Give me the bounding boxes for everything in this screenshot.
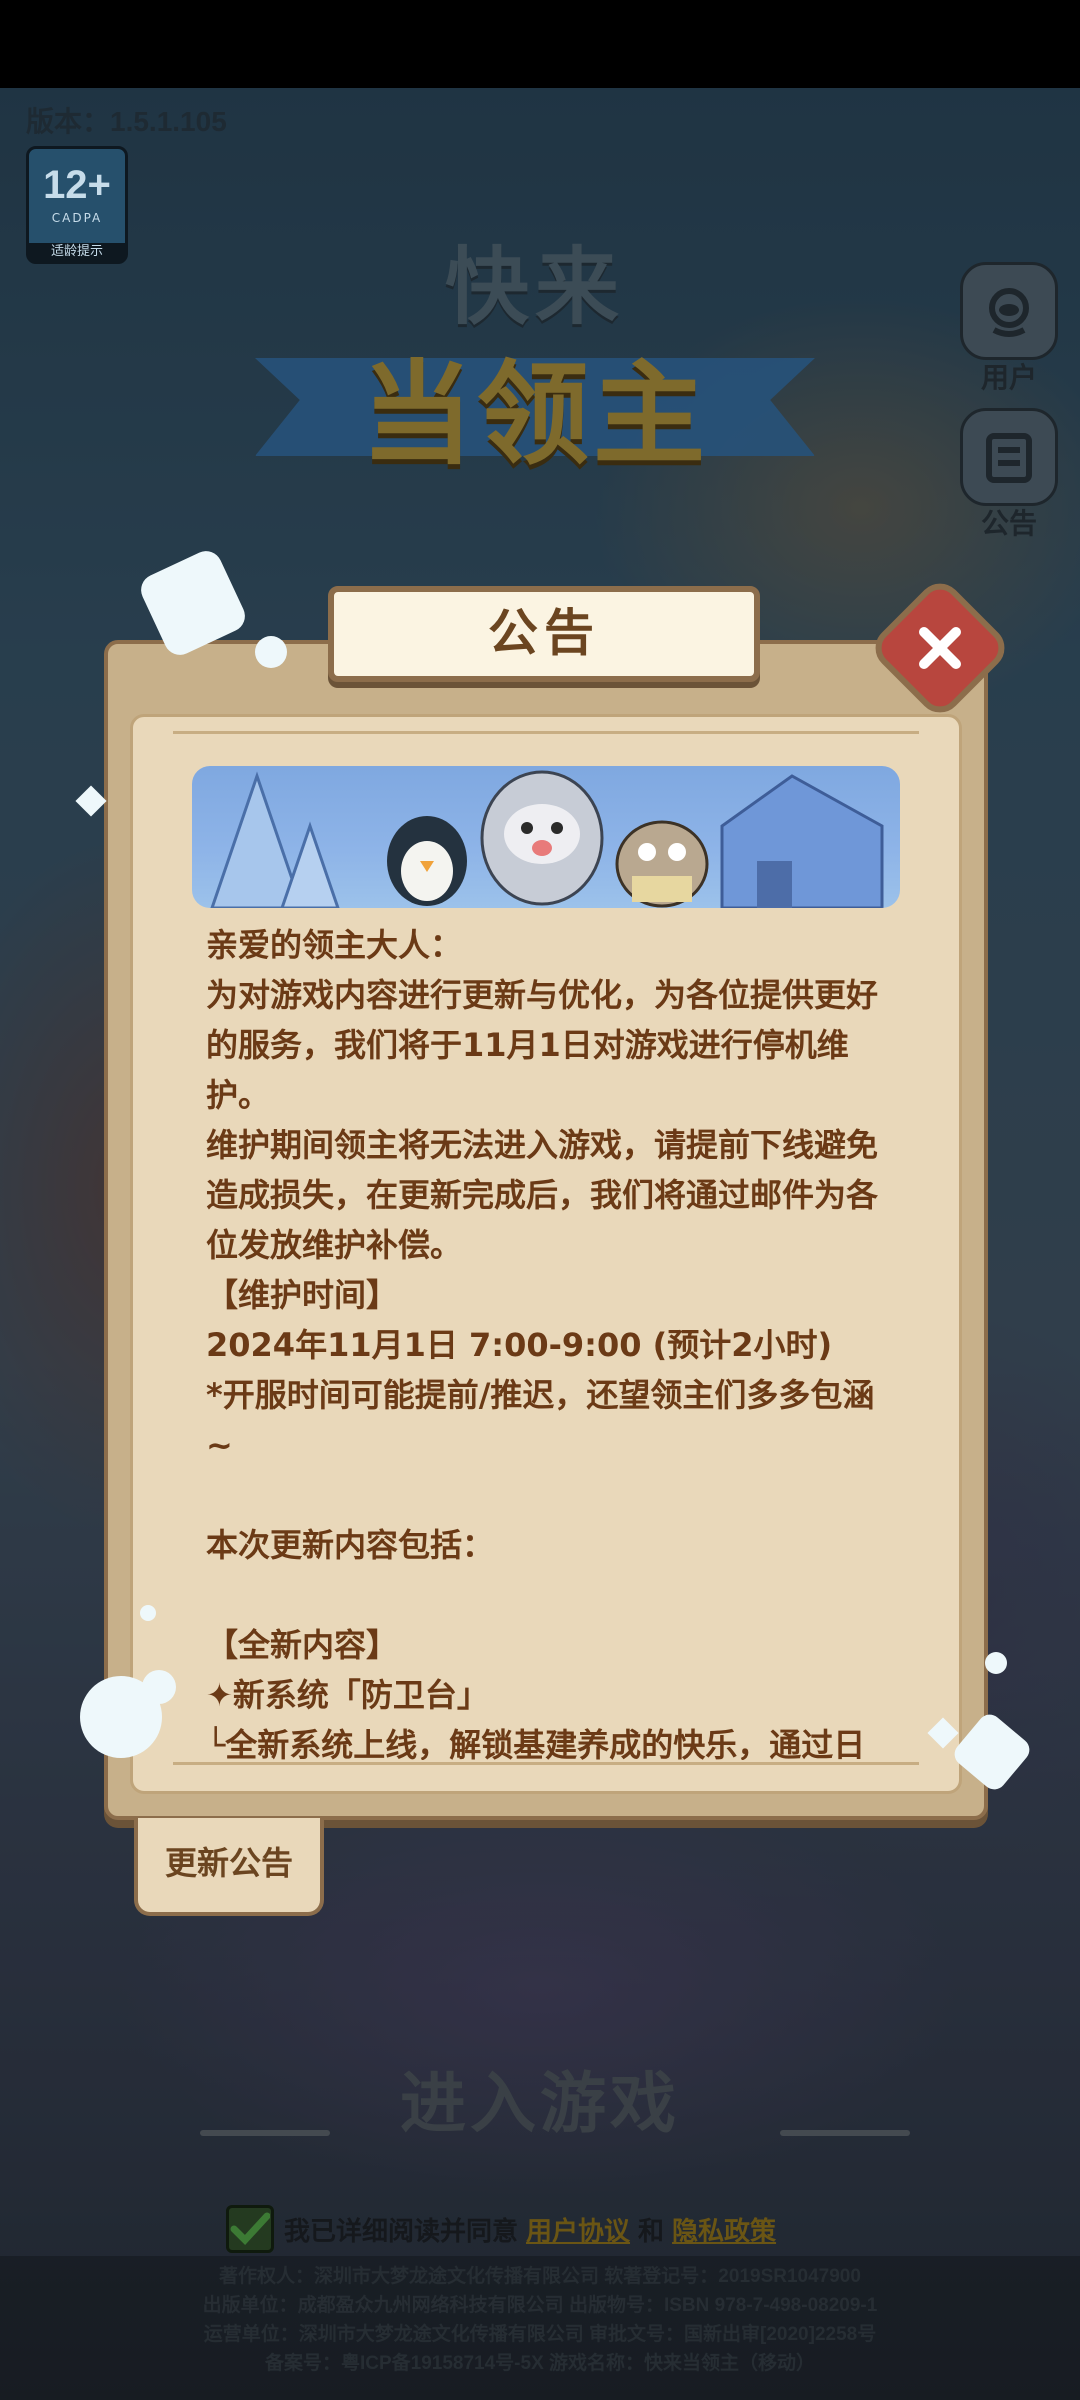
announcement-content[interactable]: 亲爱的领主大人： 为对游戏内容进行更新与优化，为各位提供更好的服务，我们将于11…	[206, 920, 886, 1760]
announcement-banner-image	[192, 766, 900, 908]
announcement-paragraph: 【维护时间】	[206, 1276, 399, 1314]
announcement-paragraph: 本次更新内容包括：	[206, 1526, 495, 1564]
close-icon	[919, 627, 961, 669]
snowflake	[255, 636, 287, 668]
footer-line: 备案号：粤ICP备19158714号-5X 游戏名称：快来当领主（移动）	[264, 2353, 816, 2374]
age-rating-badge: 12+ CADPA 适龄提示	[26, 146, 128, 264]
user-agreement-link[interactable]: 用户协议	[526, 2211, 630, 2248]
modal-title-plate: 公告	[328, 586, 760, 682]
logo-line1: 快来	[444, 237, 625, 336]
divider	[173, 1762, 919, 1765]
announcement-paragraph: 2024年11月1日 7:00-9:00 (预计2小时)	[206, 1326, 833, 1364]
announcement-paragraph: ✦新系统「防卫台」	[206, 1676, 489, 1714]
agreement-row: 我已详细阅读并同意 用户协议 和 隐私政策	[226, 2205, 784, 2253]
age-rating: 12+	[43, 163, 111, 207]
game-logo: 快来 当领主	[235, 220, 835, 480]
notice-icon	[960, 408, 1058, 506]
version-label: 版本：1.5.1.105	[26, 106, 227, 137]
divider	[173, 731, 919, 734]
age-rating-org: CADPA	[51, 211, 103, 225]
check-icon	[230, 2212, 270, 2246]
agreement-and: 和	[638, 2216, 665, 2247]
user-button[interactable]: 用户	[954, 262, 1064, 396]
announcement-paragraph: 亲爱的领主大人：	[206, 926, 463, 964]
footer-line: 著作权人：深圳市大梦龙途文化传播有限公司 软著登记号：2019SR1047900	[219, 2266, 861, 2287]
snowflake	[985, 1652, 1007, 1674]
status-bar	[0, 0, 1080, 88]
announcement-paragraph: └全新系统上线，解锁基建养成的快乐，通过日常作战即可获得防卫台养成材料「洁白石英…	[206, 1726, 866, 1760]
announcement-paragraph: 【全新内容】	[206, 1626, 399, 1664]
notice-button-label: 公告	[980, 507, 1037, 540]
snowflake	[142, 1670, 176, 1704]
footer-line: 出版单位：成都盈众九州网络科技有限公司 出版物号：ISBN 978-7-498-…	[202, 2295, 878, 2316]
update-notice-tab[interactable]: 更新公告	[134, 1818, 324, 1916]
logo-line2: 当领主	[361, 349, 709, 480]
agreement-checkbox[interactable]	[226, 2205, 274, 2253]
notice-button[interactable]: 公告	[954, 408, 1064, 542]
age-rating-tip: 适龄提示	[29, 243, 125, 261]
announcement-paragraph: *开服时间可能提前/推迟，还望领主们多多包涵~	[206, 1376, 875, 1464]
agreement-text: 我已详细阅读并同意	[284, 2216, 519, 2247]
user-button-label: 用户	[980, 361, 1037, 394]
divider	[200, 2130, 330, 2136]
user-icon	[960, 262, 1058, 360]
divider	[780, 2130, 910, 2136]
snowflake	[140, 1605, 156, 1621]
footer-line: 运营单位：深圳市大梦龙途文化传播有限公司 审批文号：国新出审[2020]2258…	[203, 2324, 877, 2345]
privacy-policy-link[interactable]: 隐私政策	[672, 2211, 776, 2248]
announcement-paragraph: 为对游戏内容进行更新与优化，为各位提供更好的服务，我们将于11月1日对游戏进行停…	[206, 976, 879, 1114]
modal-title: 公告	[488, 604, 600, 662]
announcement-paragraph: 维护期间领主将无法进入游戏，请提前下线避免造成损失，在更新完成后，我们将通过邮件…	[206, 1126, 879, 1264]
legal-footer: 著作权人：深圳市大梦龙途文化传播有限公司 软著登记号：2019SR1047900…	[0, 2256, 1080, 2400]
